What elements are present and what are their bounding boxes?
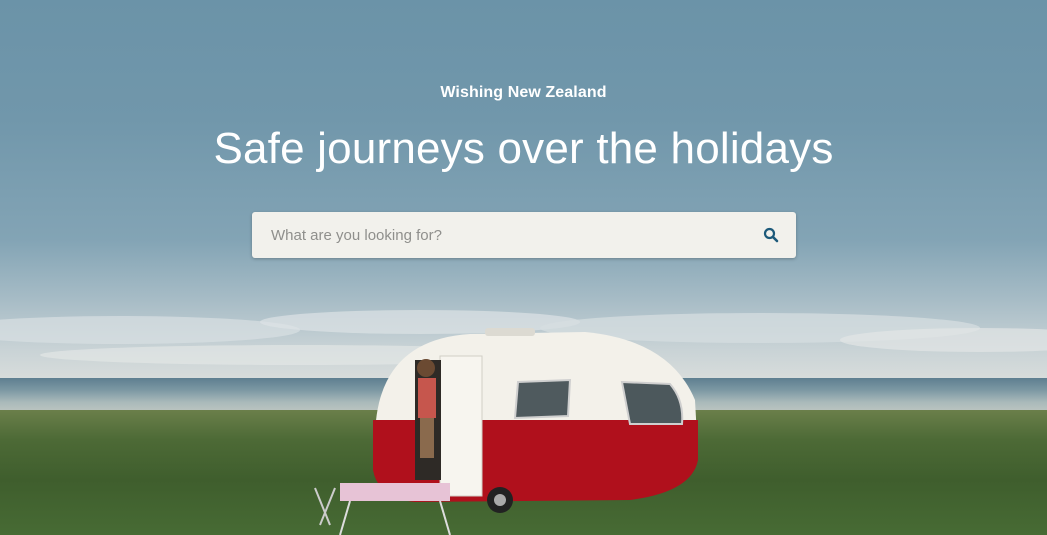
caravan-image [314, 328, 698, 535]
hero-headline: Safe journeys over the holidays [213, 124, 834, 173]
hero-eyebrow: Wishing New Zealand [440, 84, 607, 101]
search-button[interactable] [756, 220, 786, 250]
hero-banner: Wishing New Zealand Safe journeys over t… [0, 0, 1047, 535]
search-icon [763, 227, 779, 243]
search-box [252, 212, 796, 258]
search-input[interactable] [252, 212, 742, 258]
